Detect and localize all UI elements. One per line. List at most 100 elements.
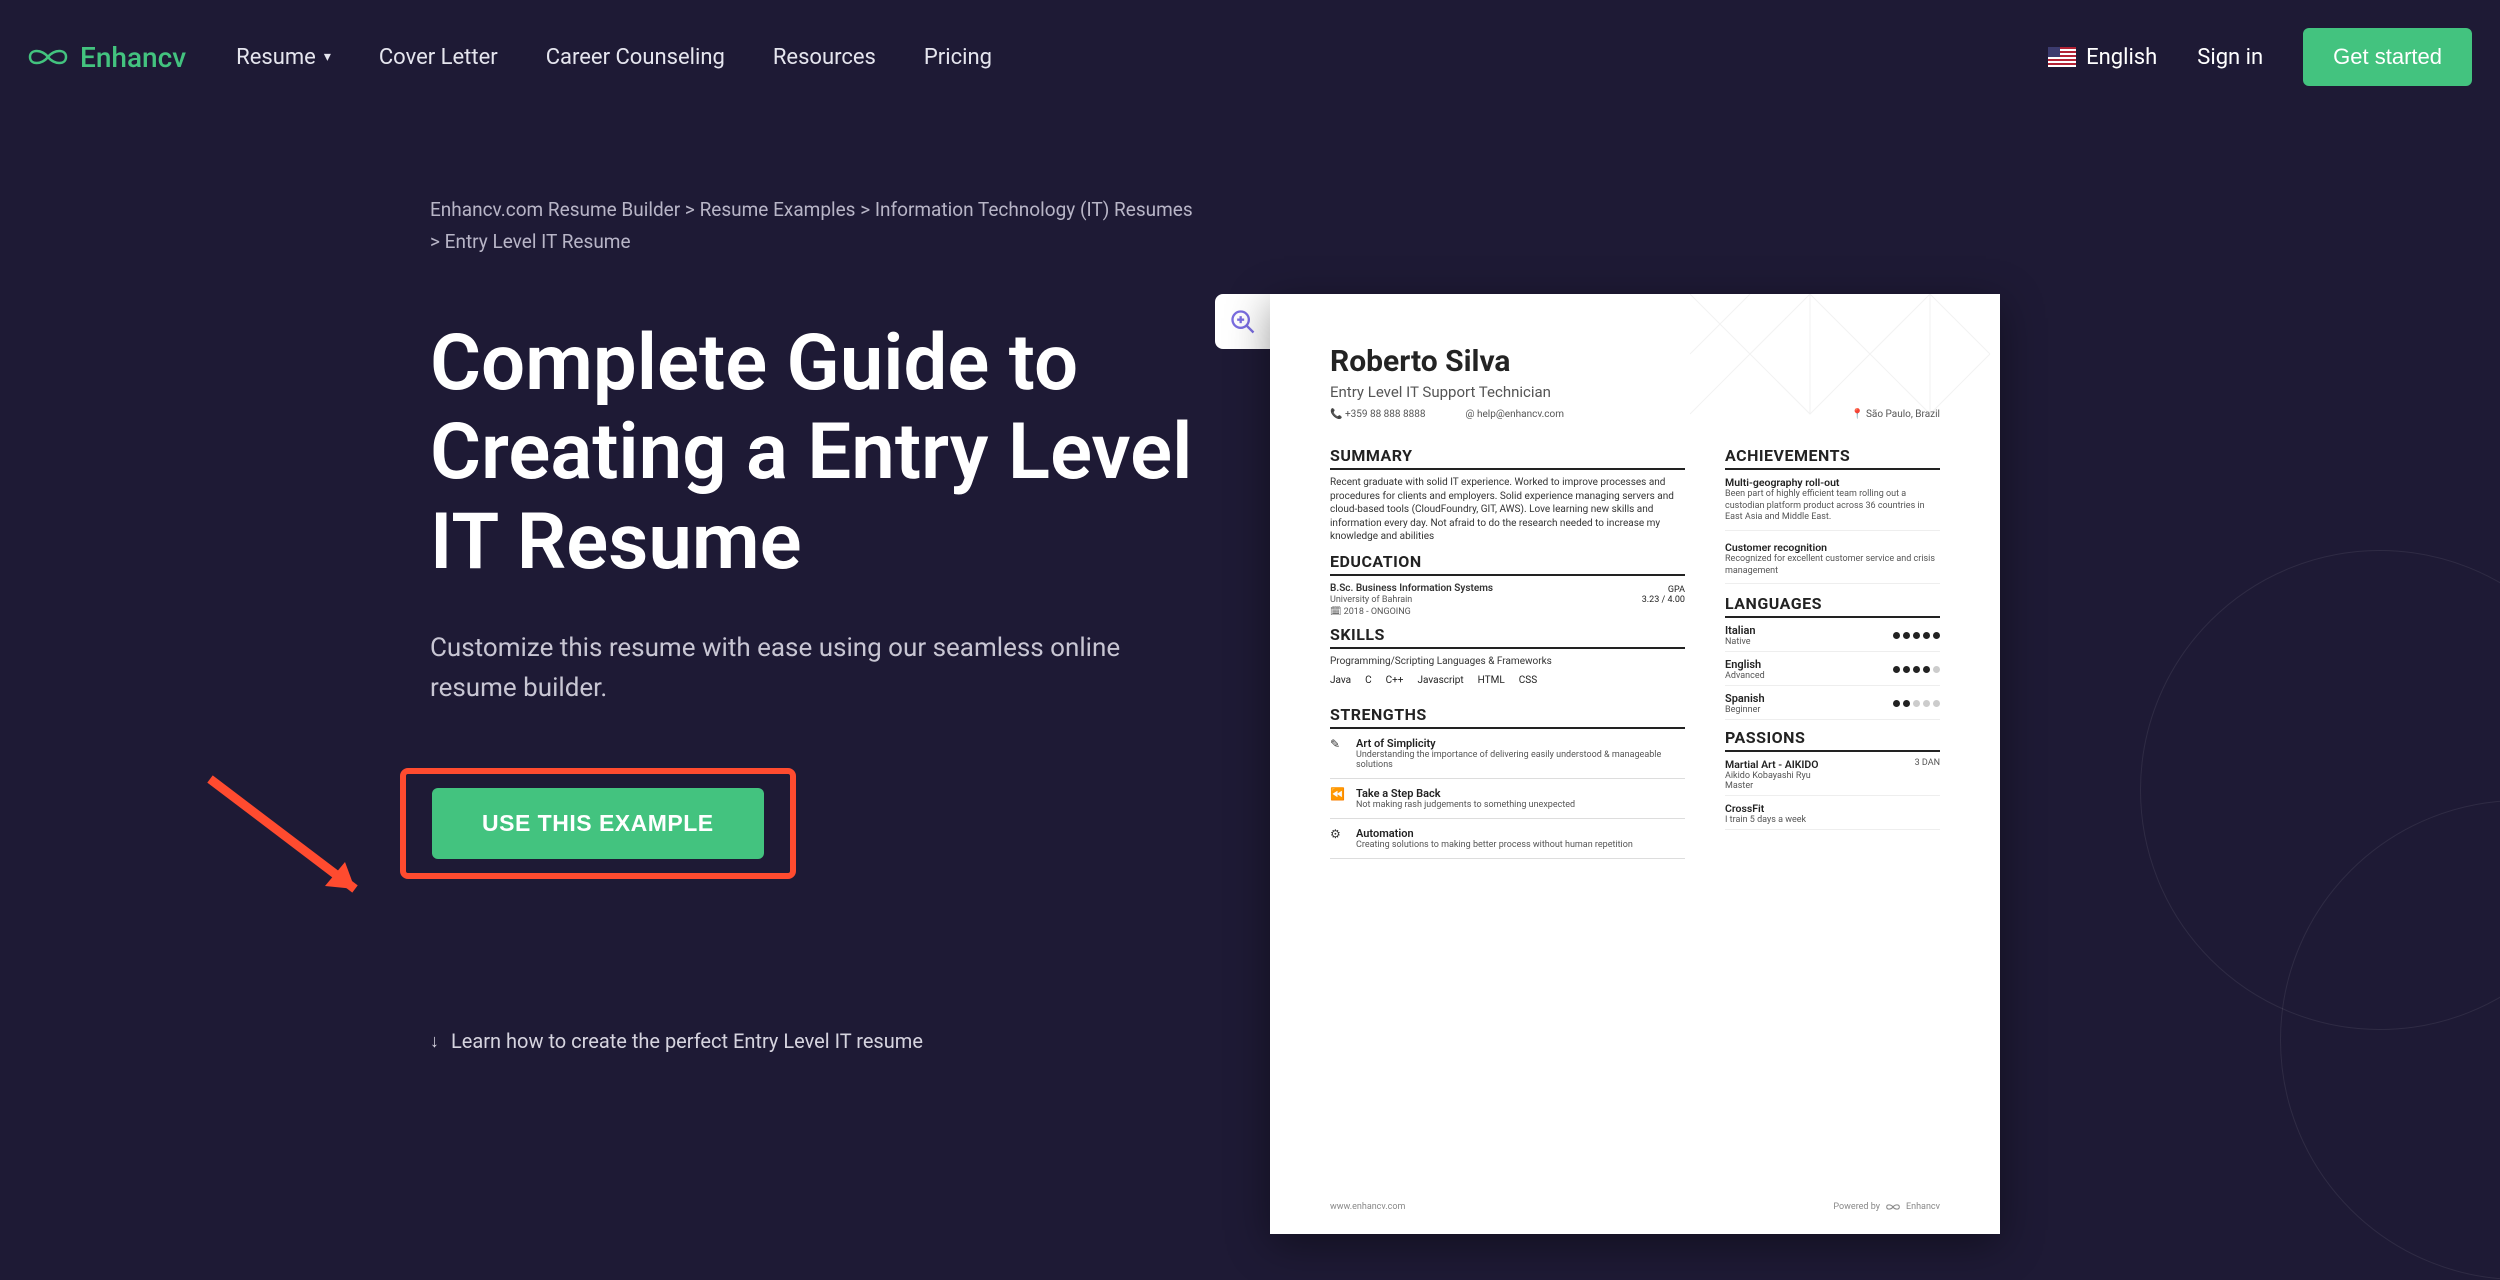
achievement-title: Multi-geography roll-out: [1725, 476, 1940, 489]
rating-dot-icon: [1903, 666, 1910, 673]
strengths-list: ✎ Art of Simplicity Understanding the im…: [1330, 737, 1685, 859]
nav-career[interactable]: Career Counseling: [546, 45, 725, 70]
section-passions-heading: PASSIONS: [1725, 728, 1940, 752]
signin-link[interactable]: Sign in: [2197, 45, 2263, 70]
language-name: Italian: [1725, 624, 1756, 637]
nav-resources[interactable]: Resources: [773, 45, 876, 70]
resume-right-column: ACHIEVEMENTS Multi-geography roll-out Be…: [1725, 438, 1940, 859]
nav-resources-label: Resources: [773, 45, 876, 70]
footer-site: www.enhancv.com: [1330, 1202, 1405, 1212]
zoom-button[interactable]: [1215, 294, 1270, 349]
skills-sub: Programming/Scripting Languages & Framew…: [1330, 655, 1685, 669]
section-strengths-heading: STRENGTHS: [1330, 705, 1685, 729]
rating-dot-icon: [1903, 700, 1910, 707]
summary-text: Recent graduate with solid IT experience…: [1330, 476, 1685, 544]
rating-dot-icon: [1893, 632, 1900, 639]
annotation-arrow-icon: [205, 774, 375, 908]
site-header: Enhancv Resume ▾ Cover Letter Career Cou…: [0, 0, 2500, 114]
breadcrumb-sep: >: [685, 198, 695, 221]
nav-pricing-label: Pricing: [924, 45, 992, 70]
achievement-item: Customer recognition Recognized for exce…: [1725, 541, 1940, 584]
annotation-highlight: USE THIS EXAMPLE: [400, 768, 796, 879]
breadcrumb-root[interactable]: Enhancv.com Resume Builder: [430, 198, 680, 221]
resume-footer: www.enhancv.com Powered by Enhancv: [1330, 1202, 1940, 1212]
strength-icon: ✎: [1330, 737, 1346, 770]
breadcrumb-current: Entry Level IT Resume: [445, 230, 631, 253]
resume-preview[interactable]: Roberto Silva Entry Level IT Support Tec…: [1270, 294, 2000, 1234]
brand-logo[interactable]: Enhancv: [28, 41, 186, 74]
footer-brand: Powered by Enhancv: [1833, 1202, 1940, 1212]
passion-right: 3 DAN: [1915, 758, 1940, 771]
strength-desc: Creating solutions to making better proc…: [1356, 840, 1633, 850]
strength-desc: Not making rash judgements to something …: [1356, 800, 1575, 810]
languages-list: Italian Native English Advanced Spanish …: [1725, 624, 1940, 720]
use-example-button[interactable]: USE THIS EXAMPLE: [432, 788, 764, 859]
strength-title: Automation: [1356, 827, 1633, 840]
nav-resume-label: Resume: [236, 45, 316, 70]
rating-dot-icon: [1913, 666, 1920, 673]
strength-item: ⏪ Take a Step Back Not making rash judge…: [1330, 787, 1685, 819]
rating-dot-icon: [1893, 666, 1900, 673]
breadcrumb-sep: >: [860, 198, 870, 221]
skill-item: C: [1365, 675, 1372, 687]
rating-dot-icon: [1913, 632, 1920, 639]
learn-link-label: Learn how to create the perfect Entry Le…: [451, 1029, 923, 1053]
infinity-icon: [28, 43, 68, 71]
language-name: English: [1725, 658, 1765, 671]
strength-title: Take a Step Back: [1356, 787, 1575, 800]
skill-item: C++: [1386, 675, 1404, 687]
passions-list: Martial Art - AIKIDO 3 DAN Aikido Kobaya…: [1725, 758, 1940, 830]
resume-phone: 📞 +359 88 888 8888: [1330, 409, 1426, 420]
achievements-list: Multi-geography roll-out Been part of hi…: [1725, 476, 1940, 584]
nav-cover-letter[interactable]: Cover Letter: [379, 45, 498, 70]
breadcrumb-it[interactable]: Information Technology (IT) Resumes: [875, 198, 1193, 221]
skills-list: JavaCC++JavascriptHTMLCSS: [1330, 675, 1685, 687]
breadcrumb-examples[interactable]: Resume Examples: [700, 198, 856, 221]
learn-link[interactable]: ↓ Learn how to create the perfect Entry …: [430, 1029, 1240, 1053]
get-started-button[interactable]: Get started: [2303, 28, 2472, 86]
magnify-plus-icon: [1229, 308, 1257, 336]
language-item: Spanish Beginner: [1725, 692, 1940, 720]
achievement-title: Customer recognition: [1725, 541, 1940, 554]
breadcrumb: Enhancv.com Resume Builder > Resume Exam…: [430, 194, 1240, 259]
skill-item: HTML: [1478, 675, 1505, 687]
rating-dot-icon: [1933, 632, 1940, 639]
hero-column: Enhancv.com Resume Builder > Resume Exam…: [0, 194, 1300, 1053]
geometric-pattern-icon: [1690, 294, 2000, 474]
section-summary-heading: SUMMARY: [1330, 446, 1685, 470]
section-skills-heading: SKILLS: [1330, 625, 1685, 649]
edu-gpa: GPA 3.23 / 4.00: [1642, 585, 1685, 605]
nav-resume[interactable]: Resume ▾: [236, 45, 331, 70]
edu-degree: B.Sc. Business Information Systems: [1330, 582, 1493, 596]
resume-preview-wrap: Roberto Silva Entry Level IT Support Tec…: [1270, 294, 2000, 1234]
rating-dots: [1893, 632, 1940, 639]
passion-item: CrossFit I train 5 days a week: [1725, 802, 1940, 830]
language-item: Italian Native: [1725, 624, 1940, 652]
rating-dot-icon: [1933, 700, 1940, 707]
language-label: English: [2086, 45, 2157, 70]
language-switcher[interactable]: English: [2048, 45, 2157, 70]
skill-item: CSS: [1519, 675, 1537, 687]
nav-pricing[interactable]: Pricing: [924, 45, 992, 70]
achievement-desc: Recognized for excellent customer servic…: [1725, 554, 1940, 577]
rating-dots: [1893, 700, 1940, 707]
section-education-heading: EDUCATION: [1330, 552, 1685, 576]
language-name: Spanish: [1725, 692, 1765, 705]
passion-title: Martial Art - AIKIDO: [1725, 758, 1819, 771]
nav-career-label: Career Counseling: [546, 45, 725, 70]
language-level: Beginner: [1725, 705, 1765, 715]
strength-icon: ⚙: [1330, 827, 1346, 850]
language-level: Advanced: [1725, 671, 1765, 681]
resume-email: @ help@enhancv.com: [1466, 409, 1565, 420]
edu-school: University of Bahrain: [1330, 595, 1493, 605]
rating-dot-icon: [1903, 632, 1910, 639]
passion-sub: Aikido Kobayashi Ryu: [1725, 771, 1940, 781]
rating-dots: [1893, 666, 1940, 673]
rating-dot-icon: [1933, 666, 1940, 673]
rating-dot-icon: [1923, 700, 1930, 707]
page-subtitle: Customize this resume with ease using ou…: [430, 628, 1190, 709]
main-content: Enhancv.com Resume Builder > Resume Exam…: [0, 114, 2500, 1053]
brand-name: Enhancv: [80, 41, 186, 74]
nav-cover-label: Cover Letter: [379, 45, 498, 70]
header-right: English Sign in Get started: [2048, 28, 2472, 86]
